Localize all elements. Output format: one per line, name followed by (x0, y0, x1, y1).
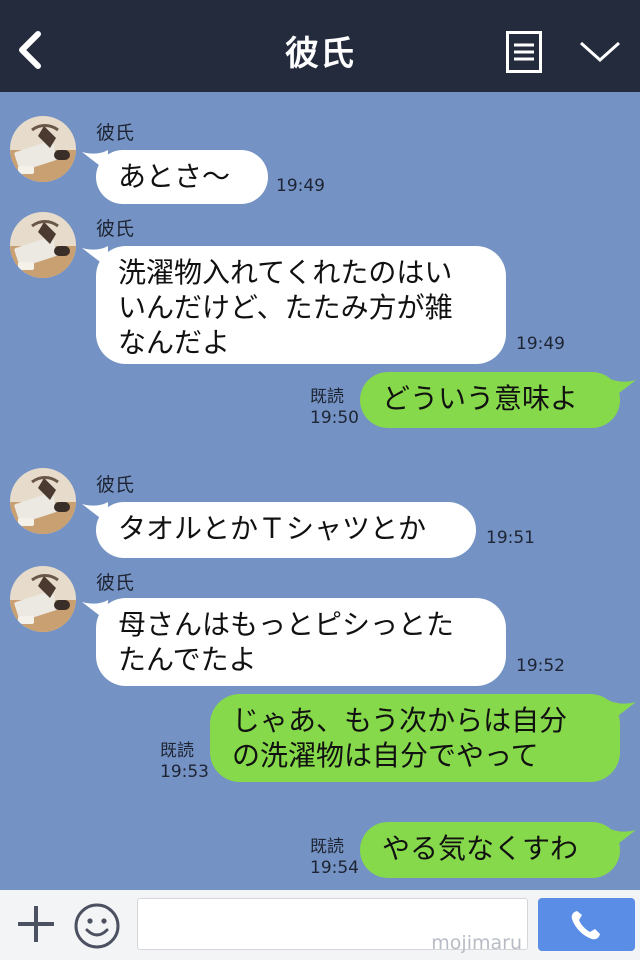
avatar[interactable] (10, 468, 76, 534)
chat-header: 彼氏 (0, 0, 640, 92)
chevron-down-icon[interactable] (578, 38, 622, 66)
read-receipt: 既読 (160, 741, 194, 761)
sender-name: 彼氏 (96, 218, 135, 240)
bubble-tail (608, 828, 636, 850)
message-text: タオルとかＴシャツとか (118, 512, 427, 545)
message-line: 母さんはもっとピシっとた (118, 608, 455, 641)
message-text: やる気なくすわ (382, 832, 579, 865)
bubble-tail (608, 378, 636, 400)
message-bubble[interactable]: タオルとかＴシャツとか (96, 502, 476, 558)
message-time: 19:49 (276, 176, 325, 196)
message-line: の洗濯物は自分でやって (232, 739, 539, 772)
menu-list-icon[interactable] (506, 31, 542, 73)
call-button[interactable] (538, 898, 635, 951)
plus-icon[interactable] (16, 904, 56, 944)
message-time: 19:54 (310, 858, 359, 878)
phone-icon (571, 911, 600, 940)
message-composer: mojimaru (0, 890, 640, 960)
message-time: 19:50 (310, 408, 359, 428)
chat-title: 彼氏 (285, 34, 355, 74)
message-time: 19:49 (516, 334, 565, 354)
message-line: いんだけど、たたみ方が雑 (118, 291, 453, 324)
message-line: じゃあ、もう次からは自分 (232, 704, 568, 737)
message-text: どういう意味よ (382, 382, 579, 415)
sender-name: 彼氏 (96, 572, 135, 594)
message-bubble[interactable]: どういう意味よ (360, 372, 620, 428)
message-line: たんでたよ (118, 643, 257, 676)
avatar[interactable] (10, 116, 76, 182)
message-time: 19:51 (486, 528, 535, 548)
message-time: 19:53 (160, 762, 209, 782)
read-receipt: 既読 (310, 387, 344, 407)
message-bubble[interactable]: 洗濯物入れてくれたのはい いんだけど、たたみ方が雑 なんだよ (96, 246, 506, 364)
read-receipt: 既読 (310, 837, 344, 857)
message-line: なんだよ (118, 326, 231, 359)
message-bubble[interactable]: 母さんはもっとピシっとた たんでたよ (96, 598, 506, 686)
message-bubble[interactable]: やる気なくすわ (360, 822, 620, 878)
message-line: 洗濯物入れてくれたのはい (118, 256, 453, 289)
watermark-text: mojimaru (431, 932, 522, 954)
message-bubble[interactable]: じゃあ、もう次からは自分 の洗濯物は自分でやって (210, 694, 620, 782)
sender-name: 彼氏 (96, 474, 135, 496)
avatar[interactable] (10, 566, 76, 632)
emoji-icon[interactable] (73, 902, 121, 950)
bubble-tail (608, 700, 636, 722)
avatar[interactable] (10, 212, 76, 278)
sender-name: 彼氏 (96, 122, 135, 144)
message-time: 19:52 (516, 656, 565, 676)
message-bubble[interactable]: あとさ〜 (96, 150, 268, 204)
message-text: あとさ〜 (118, 160, 231, 193)
